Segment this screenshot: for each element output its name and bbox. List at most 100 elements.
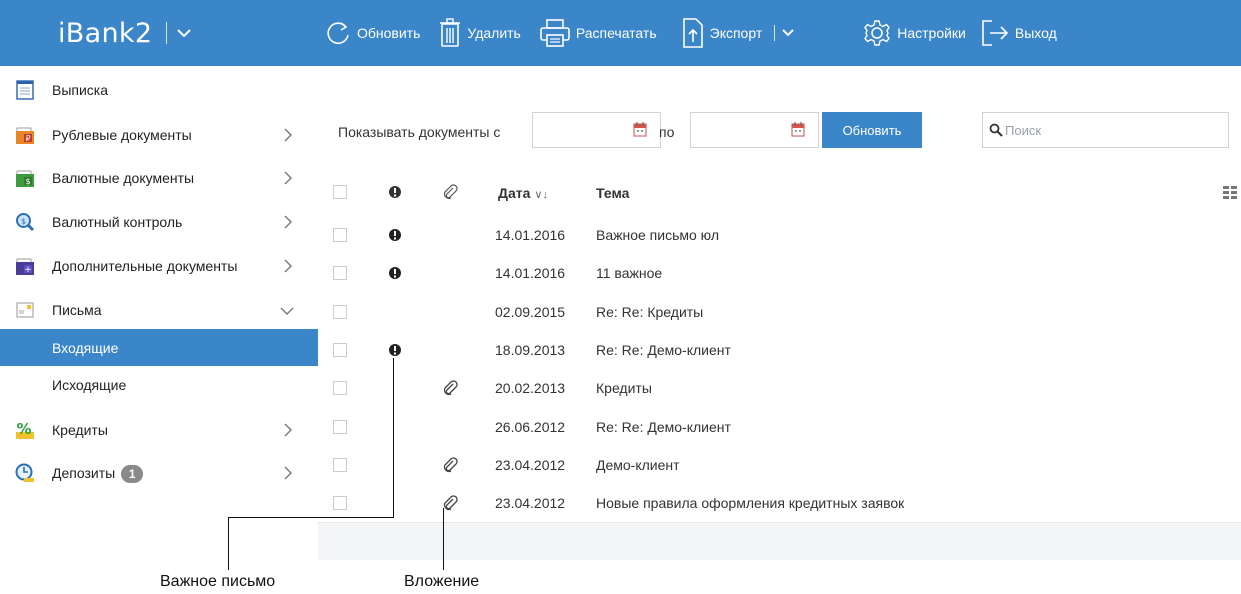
row-topic: Важное письмо юл	[596, 227, 720, 243]
sidebar-item-currency-docs[interactable]: $ Валютные документы	[0, 159, 318, 196]
column-header-date-label: Дата	[498, 185, 531, 201]
filter-refresh-button[interactable]: Обновить	[822, 112, 922, 148]
currency-folder-icon: $	[16, 170, 34, 187]
magnifier-icon: $	[16, 213, 35, 232]
svg-text:%: %	[16, 420, 31, 438]
chevron-down-icon	[177, 29, 192, 38]
sidebar-item-credits[interactable]: % Кредиты	[0, 411, 318, 448]
svg-text:₽: ₽	[25, 134, 30, 143]
refresh-button[interactable]: Обновить	[324, 0, 420, 66]
row-date: 02.09.2015	[495, 303, 566, 320]
export-button[interactable]: Экспорт	[681, 0, 801, 66]
search-box[interactable]	[982, 112, 1229, 148]
table-row[interactable]: 20.02.2013 Кредиты	[318, 369, 1241, 407]
delete-label: Удалить	[467, 25, 521, 41]
row-checkbox[interactable]	[333, 381, 347, 396]
row-topic: Re: Re: Демо-клиент	[596, 341, 731, 358]
paperclip-icon	[442, 495, 458, 511]
sidebar-item-currency-control[interactable]: $ Валютный контроль	[0, 203, 318, 240]
logo-separator	[166, 22, 168, 44]
svg-text:+: +	[24, 265, 32, 275]
callout-line	[393, 358, 394, 518]
table-row[interactable]: 02.09.2015 Re: Re: Кредиты	[318, 293, 1241, 331]
to-label: по	[659, 124, 675, 140]
table-footer	[318, 522, 1241, 560]
row-checkbox[interactable]	[333, 342, 347, 357]
chevron-right-icon	[284, 171, 292, 185]
paperclip-icon	[442, 457, 458, 473]
sidebar-item-label: Письма	[52, 302, 102, 318]
sidebar-item-statement[interactable]: Выписка	[0, 71, 318, 108]
chevron-right-icon	[284, 466, 292, 480]
table-row[interactable]: 23.04.2012 Новые правила оформления креди…	[318, 484, 1241, 522]
table-row[interactable]: 14.01.2016 11 важное	[318, 254, 1241, 292]
row-topic: Демо-клиент	[596, 456, 680, 473]
deposits-label: Депозиты	[52, 465, 116, 481]
calendar-icon[interactable]	[790, 121, 806, 137]
sidebar-item-deposits[interactable]: Депозиты 1	[0, 454, 318, 491]
export-icon	[682, 18, 703, 48]
row-topic: Re: Re: Демо-клиент	[596, 418, 731, 435]
row-checkbox[interactable]	[333, 266, 347, 281]
sidebar-item-letters[interactable]: Письма	[0, 291, 318, 328]
print-button[interactable]: Распечатать	[539, 0, 657, 66]
important-icon[interactable]	[388, 185, 402, 199]
chevron-right-icon	[284, 423, 292, 437]
sidebar-item-label: Выписка	[52, 82, 109, 98]
app-logo[interactable]: iBank2	[0, 0, 318, 66]
settings-button[interactable]: Настройки	[862, 0, 966, 66]
table-row[interactable]: 26.06.2012 Re: Re: Демо-клиент	[318, 408, 1241, 446]
svg-text:$: $	[21, 217, 26, 226]
sidebar-item-label: Валютный контроль	[52, 214, 183, 230]
row-date: 23.04.2012	[495, 456, 566, 473]
export-dropdown[interactable]	[774, 25, 800, 41]
deposits-count-badge: 1	[121, 465, 144, 483]
row-date: 18.09.2013	[495, 341, 566, 358]
row-checkbox[interactable]	[333, 496, 347, 511]
percent-icon: %	[16, 420, 34, 439]
sidebar-item-label: Входящие	[52, 340, 119, 356]
ruble-folder-icon: ₽	[16, 127, 34, 144]
delete-button[interactable]: Удалить	[438, 0, 521, 66]
letter-icon	[16, 302, 34, 318]
column-header-date[interactable]: Дата ∨↓	[498, 185, 548, 201]
sidebar-item-ruble-docs[interactable]: ₽ Рублевые документы	[0, 116, 318, 153]
row-date: 14.01.2016	[495, 227, 566, 243]
select-all-checkbox[interactable]	[333, 185, 347, 199]
table-row[interactable]: 23.04.2012 Демо-клиент	[318, 446, 1241, 484]
chevron-down-icon	[782, 29, 794, 37]
callout-important-label: Важное письмо	[160, 573, 276, 590]
paperclip-icon[interactable]	[442, 184, 458, 200]
calendar-icon[interactable]	[632, 121, 648, 137]
export-separator	[774, 25, 776, 41]
chevron-down-icon	[280, 307, 294, 315]
logout-label: Выход	[1014, 25, 1057, 41]
row-date: 20.02.2013	[495, 380, 566, 397]
row-checkbox[interactable]	[333, 228, 347, 242]
date-from-input[interactable]	[532, 112, 661, 148]
chevron-right-icon	[284, 128, 292, 142]
printer-icon	[540, 19, 570, 47]
search-input[interactable]	[1005, 122, 1205, 138]
date-to-input[interactable]	[690, 112, 819, 148]
logout-icon	[982, 20, 1009, 46]
row-checkbox[interactable]	[333, 304, 347, 319]
row-topic: Re: Re: Кредиты	[596, 303, 704, 320]
logout-button[interactable]: Выход	[980, 0, 1057, 66]
print-label: Распечатать	[575, 25, 657, 41]
table-row[interactable]: 18.09.2013 Re: Re: Демо-клиент	[318, 331, 1241, 369]
callout-line	[228, 517, 229, 570]
columns-settings-icon[interactable]	[1223, 186, 1237, 199]
sidebar-item-incoming[interactable]: Входящие	[0, 329, 318, 366]
sidebar-item-outgoing[interactable]: Исходящие	[0, 366, 318, 403]
callout-line	[228, 517, 394, 518]
table-row[interactable]: 14.01.2016 Важное письмо юл	[318, 216, 1241, 254]
sidebar-item-additional-docs[interactable]: + Дополнительные документы	[0, 247, 318, 284]
sidebar-item-label: Валютные документы	[52, 170, 195, 186]
main-content: Показывать документы с по Обновить Дата∨…	[318, 66, 1241, 536]
column-header-topic[interactable]: Тема	[596, 185, 629, 201]
row-checkbox[interactable]	[333, 419, 347, 434]
row-checkbox[interactable]	[333, 457, 347, 472]
sidebar-item-label: Кредиты	[52, 422, 108, 438]
row-date: 26.06.2012	[495, 418, 566, 435]
